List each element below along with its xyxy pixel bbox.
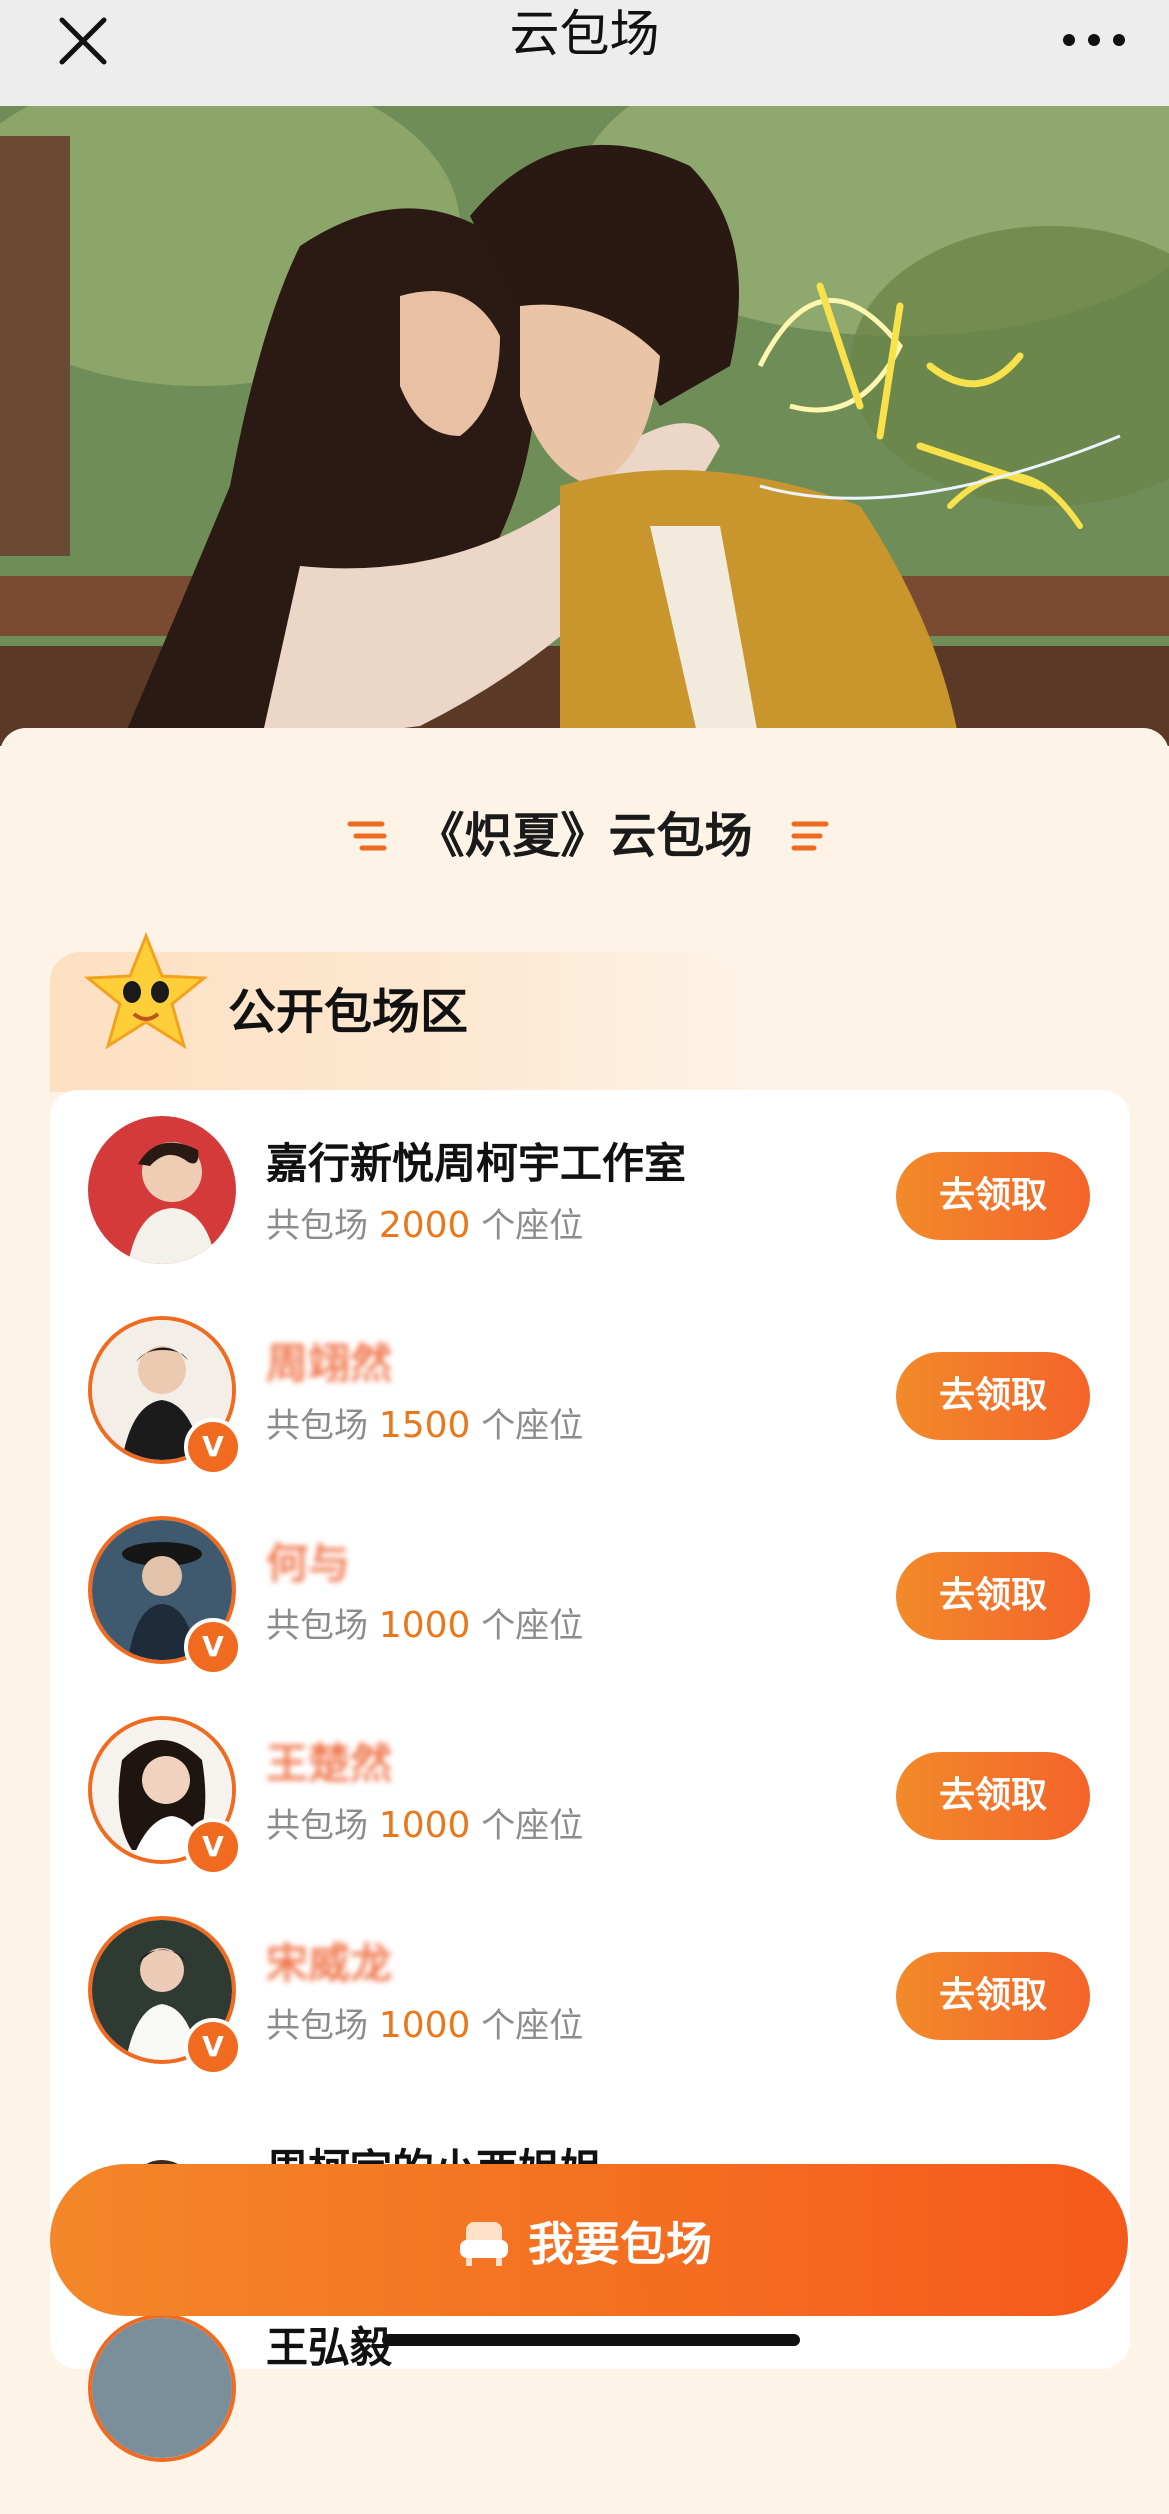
seats-prefix: 共包场 <box>266 1606 368 1646</box>
seats-count: 1000 <box>378 1805 471 1846</box>
seats-count: 1000 <box>378 2005 471 2046</box>
poster-illustration <box>0 106 1169 746</box>
book-screening-button[interactable]: 我要包场 <box>50 2164 1128 2316</box>
row-seats: 共包场 1000 个座位 <box>266 1598 583 1647</box>
seats-prefix: 共包场 <box>266 1206 368 1246</box>
row-name: 王楚然 <box>266 1739 393 1788</box>
decor-lines-right-icon <box>791 821 829 851</box>
row-name: 王弘毅 <box>266 2323 393 2372</box>
avatar[interactable] <box>88 1116 236 1264</box>
star-mascot-icon <box>84 931 208 1050</box>
seats-suffix: 个座位 <box>481 1806 584 1846</box>
seats-prefix: 共包场 <box>266 1406 368 1446</box>
book-screening-label: 我要包场 <box>528 2217 712 2271</box>
claim-button[interactable]: 去领取 <box>896 1952 1090 2040</box>
seats-count: 2000 <box>378 1205 471 1246</box>
seats-suffix: 个座位 <box>481 1406 584 1446</box>
list-item: V 王楚然 共包场 1000 个座位 去领取 <box>50 1690 1130 1890</box>
claim-button[interactable]: 去领取 <box>896 1752 1090 1840</box>
row-name: 嘉行新悦周柯宇工作室 <box>266 1139 687 1188</box>
more-icon[interactable] <box>1061 30 1127 50</box>
seats-prefix: 共包场 <box>266 1806 368 1846</box>
list-item: V 何与 共包场 1000 个座位 去领取 <box>50 1490 1130 1690</box>
claim-button[interactable]: 去领取 <box>896 1552 1090 1640</box>
seats-count: 1500 <box>378 1405 471 1446</box>
seats-suffix: 个座位 <box>481 1606 584 1646</box>
row-seats: 共包场 1500 个座位 <box>266 1398 583 1447</box>
list-item: V 宋威龙 共包场 1000 个座位 去领取 <box>50 1890 1130 2090</box>
list-item: 嘉行新悦周柯宇工作室 共包场 2000 个座位 去领取 <box>50 1090 1130 1290</box>
seats-suffix: 个座位 <box>481 2006 584 2046</box>
verified-icon: V <box>184 1818 242 1876</box>
seats-prefix: 共包场 <box>266 2006 368 2046</box>
seats-suffix: 个座位 <box>481 1206 584 1246</box>
row-seats: 共包场 1000 个座位 <box>266 1798 583 1847</box>
nav-bar: 云包场 <box>0 0 1169 106</box>
verified-icon: V <box>184 1418 242 1476</box>
verified-icon: V <box>184 1618 242 1676</box>
list-item: V 周翊然 共包场 1500 个座位 去领取 <box>50 1290 1130 1490</box>
verified-icon: V <box>184 2018 242 2076</box>
armchair-icon <box>460 2222 508 2266</box>
zone-title: 公开包场区 <box>228 984 469 1040</box>
row-name: 何与 <box>266 1539 351 1588</box>
row-name: 宋威龙 <box>266 1939 393 1988</box>
row-seats: 共包场 2000 个座位 <box>266 1198 583 1247</box>
section-title: 《炽夏》云包场 <box>416 808 753 864</box>
page-title: 云包场 <box>509 5 660 63</box>
home-indicator <box>382 2334 800 2346</box>
seats-count: 1000 <box>378 1605 471 1646</box>
avatar[interactable] <box>88 2314 236 2462</box>
claim-button[interactable]: 去领取 <box>896 1152 1090 1240</box>
row-name: 周翊然 <box>266 1339 393 1388</box>
poster-banner <box>0 106 1169 746</box>
claim-button[interactable]: 去领取 <box>896 1352 1090 1440</box>
row-seats: 共包场 1000 个座位 <box>266 1998 583 2047</box>
